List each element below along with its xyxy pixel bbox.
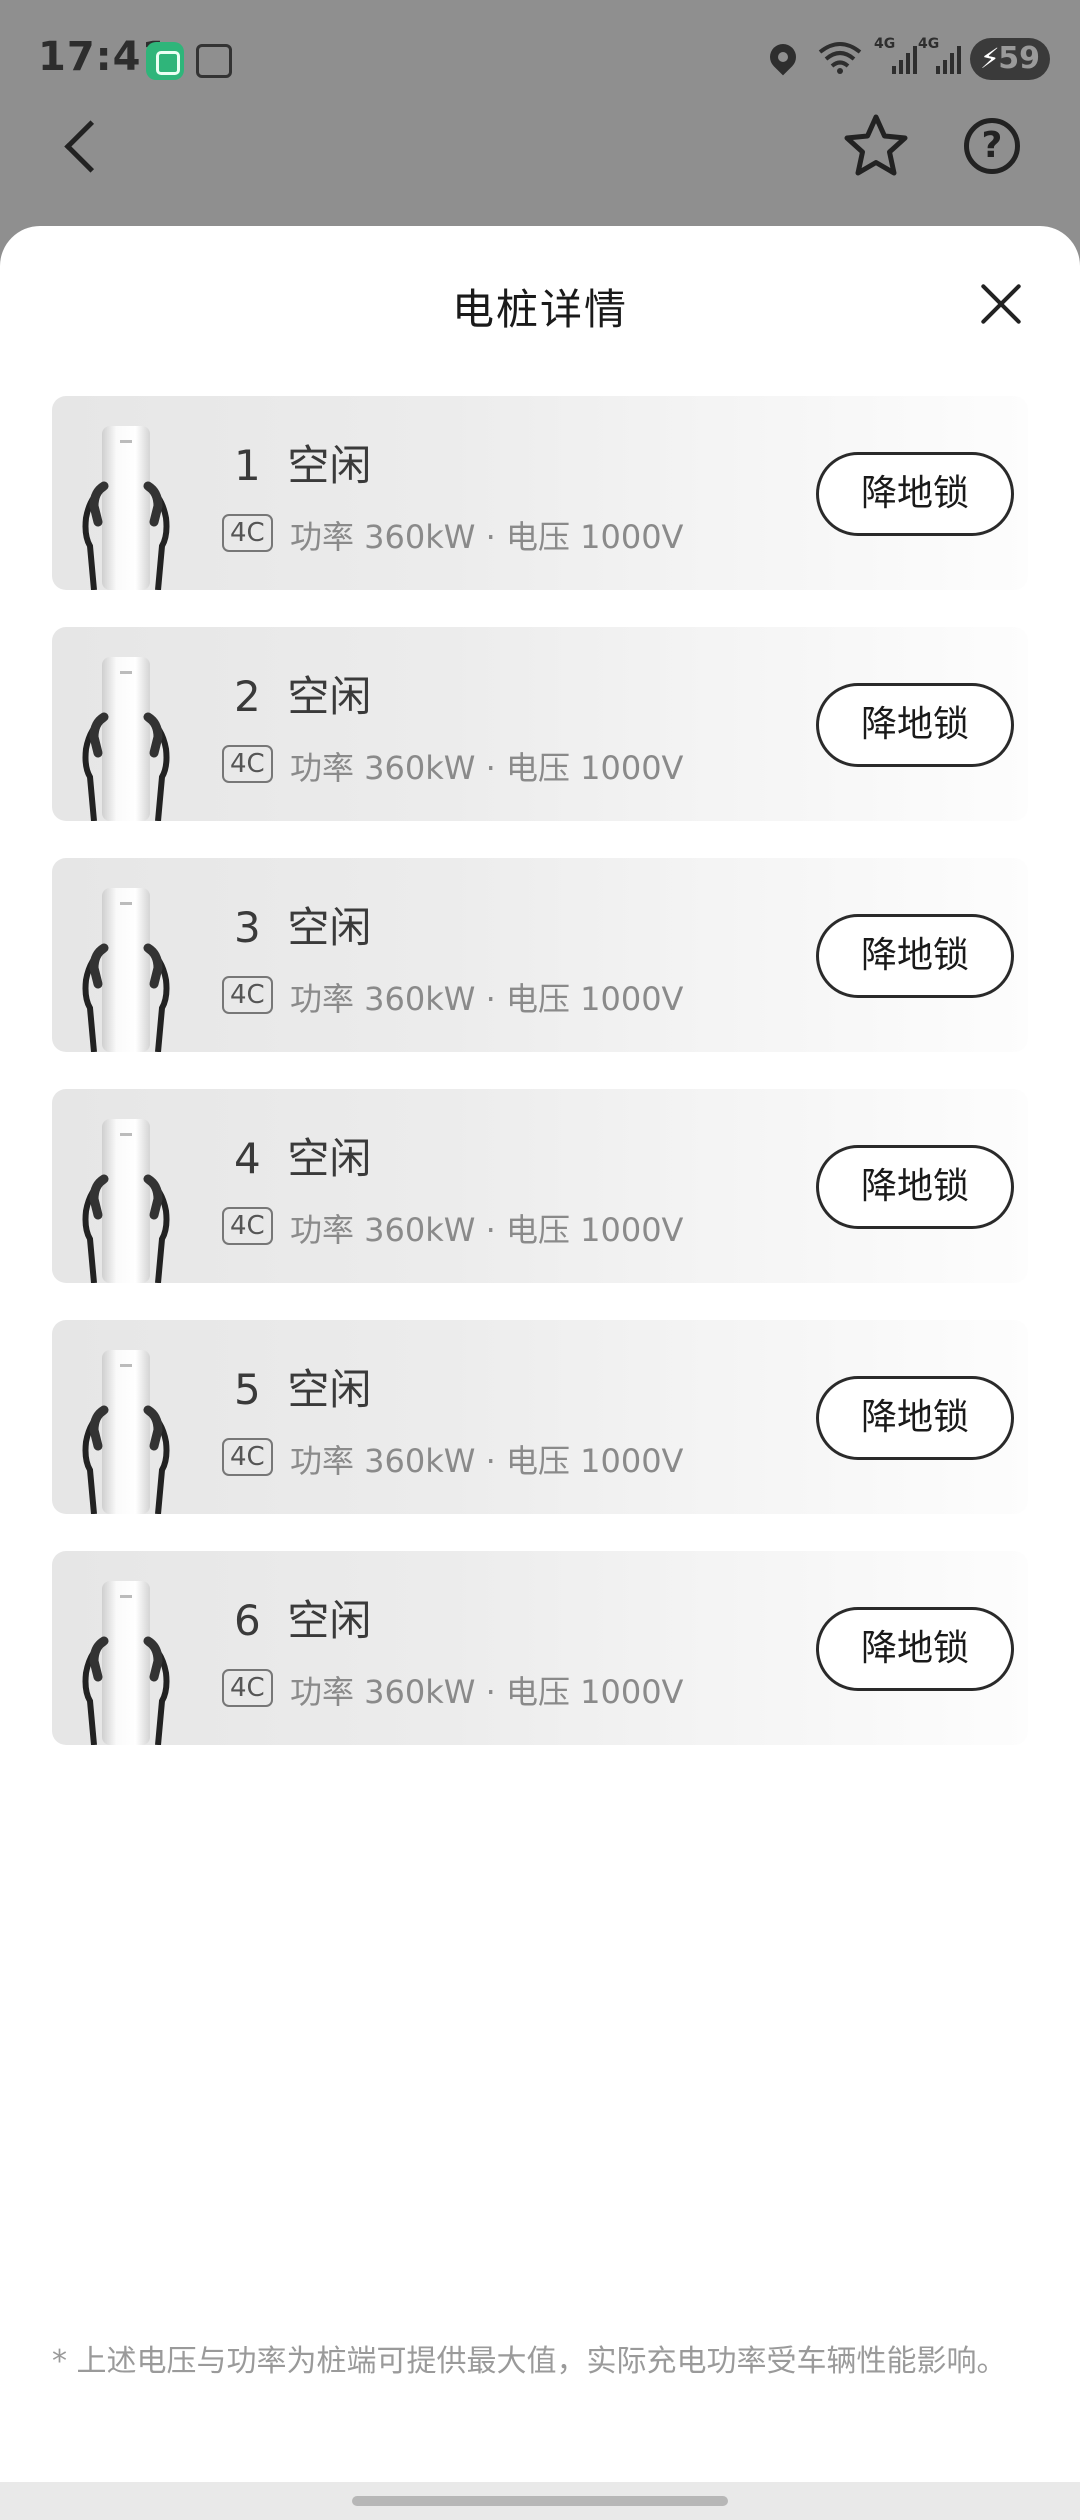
pile-spec-text: 功率 360kW · 电压 1000V — [290, 980, 684, 1018]
disclaimer-text: * 上述电压与功率为桩端可提供最大值，实际充电功率受车辆性能影响。 — [52, 2344, 1007, 2379]
lower-lock-button[interactable]: 降地锁 — [816, 683, 1014, 767]
status-icons: 4G 4G ⚡ 59 — [730, 36, 1050, 86]
pile-title: 3 空闲 — [234, 903, 372, 952]
screenshot-icon — [196, 44, 232, 78]
charging-pile-image — [82, 657, 170, 821]
lower-lock-button[interactable]: 降地锁 — [816, 1145, 1014, 1229]
power-class-badge: 4C — [222, 1669, 273, 1707]
location-icon — [764, 38, 802, 76]
gesture-bar — [0, 2482, 1080, 2520]
back-button[interactable] — [58, 118, 104, 178]
close-icon[interactable] — [978, 282, 1024, 328]
battery-indicator: ⚡ 59 — [970, 38, 1050, 80]
status-bar: 17:41 4G 4G ⚡ 59 — [0, 0, 1080, 120]
pile-title: 1 空闲 — [234, 441, 372, 490]
pile-spec-text: 功率 360kW · 电压 1000V — [290, 1211, 684, 1249]
power-class-badge: 4C — [222, 514, 273, 552]
signal-icon: 4G — [918, 36, 962, 76]
mi-home-icon — [146, 42, 184, 80]
charging-bolt-icon: ⚡ — [980, 42, 1000, 75]
sheet-title: 电桩详情 — [451, 285, 628, 334]
pile-card[interactable]: 3 空闲 4C 功率 360kW · 电压 1000V 降地锁 — [52, 858, 1028, 1052]
pile-title: 4 空闲 — [234, 1134, 372, 1183]
pile-card[interactable]: 1 空闲 4C 功率 360kW · 电压 1000V 降地锁 — [52, 396, 1028, 590]
charging-pile-image — [82, 426, 170, 590]
pile-list: 1 空闲 4C 功率 360kW · 电压 1000V 降地锁 2 空闲 4C 功率 36… — [52, 396, 1028, 1782]
pile-title: 2 空闲 — [234, 672, 372, 721]
pile-spec-text: 功率 360kW · 电压 1000V — [290, 1673, 684, 1711]
pile-title: 5 空闲 — [234, 1365, 372, 1414]
charging-pile-image — [82, 1350, 170, 1514]
power-class-badge: 4C — [222, 745, 273, 783]
charging-pile-image — [82, 888, 170, 1052]
star-icon[interactable] — [842, 112, 910, 180]
home-indicator[interactable] — [352, 2496, 728, 2506]
pile-card[interactable]: 5 空闲 4C 功率 360kW · 电压 1000V 降地锁 — [52, 1320, 1028, 1514]
help-icon[interactable]: ? — [964, 118, 1020, 174]
dimmed-page-header: 17:41 4G 4G ⚡ 59 ? — [0, 0, 1080, 240]
lower-lock-button[interactable]: 降地锁 — [816, 914, 1014, 998]
pile-card[interactable]: 6 空闲 4C 功率 360kW · 电压 1000V 降地锁 — [52, 1551, 1028, 1745]
power-class-badge: 4C — [222, 1207, 273, 1245]
wifi-icon — [818, 42, 862, 74]
lower-lock-button[interactable]: 降地锁 — [816, 452, 1014, 536]
charging-pile-image — [82, 1119, 170, 1283]
power-class-badge: 4C — [222, 1438, 273, 1476]
battery-level: 59 — [998, 41, 1040, 76]
charging-pile-image — [82, 1581, 170, 1745]
pile-detail-sheet: 电桩详情 1 空闲 4C 功率 360kW · 电压 1000V 降地锁 2 空闲 4C… — [0, 226, 1080, 2482]
pile-spec-text: 功率 360kW · 电压 1000V — [290, 749, 684, 787]
lower-lock-button[interactable]: 降地锁 — [816, 1607, 1014, 1691]
pile-card[interactable]: 4 空闲 4C 功率 360kW · 电压 1000V 降地锁 — [52, 1089, 1028, 1283]
signal-icon: 4G — [874, 36, 918, 76]
pile-card[interactable]: 2 空闲 4C 功率 360kW · 电压 1000V 降地锁 — [52, 627, 1028, 821]
pile-spec-text: 功率 360kW · 电压 1000V — [290, 1442, 684, 1480]
pile-spec-text: 功率 360kW · 电压 1000V — [290, 518, 684, 556]
pile-title: 6 空闲 — [234, 1596, 372, 1645]
lower-lock-button[interactable]: 降地锁 — [816, 1376, 1014, 1460]
screen: 17:41 4G 4G ⚡ 59 ? 电桩详情 1 空闲 4C 功率 360kW… — [0, 0, 1080, 2520]
power-class-badge: 4C — [222, 976, 273, 1014]
